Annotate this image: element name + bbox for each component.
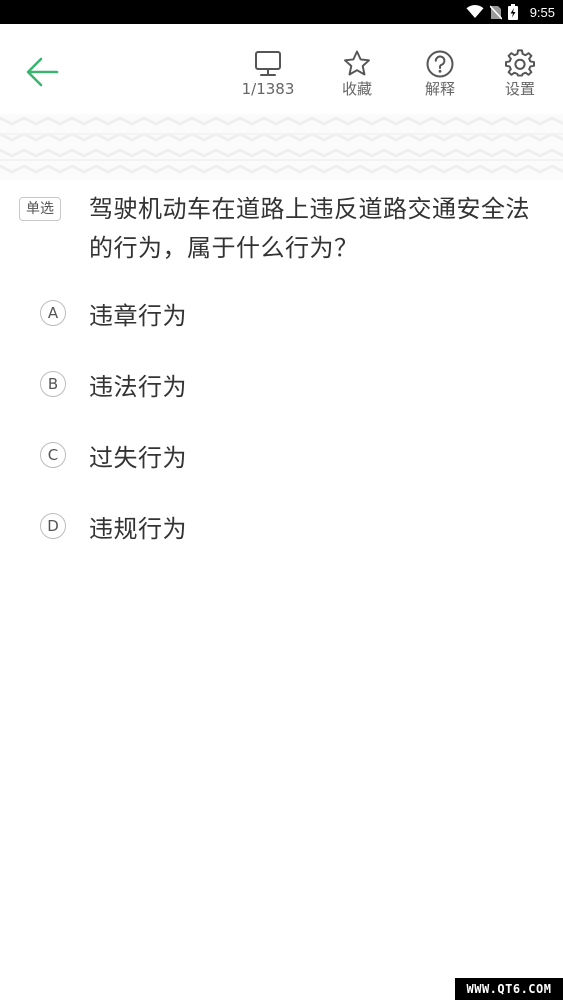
status-bar: 9:55 (0, 0, 563, 24)
decorative-band (0, 114, 563, 180)
explain-label: 解释 (424, 80, 455, 98)
tire-track-pattern (0, 114, 563, 180)
question-text: 驾驶机动车在道路上违反道路交通安全法的行为，属于什么行为？ (89, 195, 530, 262)
option-text: 过失行为 (89, 443, 187, 472)
toolbar: 1/1383 收藏 解释 设置 (0, 24, 563, 114)
back-button[interactable] (20, 50, 64, 94)
status-icons: 9:55 (466, 0, 555, 24)
settings-label: 设置 (504, 80, 535, 98)
battery-charging-icon (507, 4, 518, 20)
no-sim-icon (489, 4, 502, 20)
favorite-label: 收藏 (341, 80, 372, 98)
option-letter: D (40, 513, 66, 539)
option-text: 违规行为 (89, 514, 187, 543)
explain-button[interactable]: 解释 (404, 48, 476, 104)
monitor-icon (255, 51, 281, 76)
option-letter: C (40, 442, 66, 468)
option-letter: A (40, 300, 66, 326)
option-b[interactable]: B 违法行为 (40, 362, 540, 406)
settings-button[interactable]: 设置 (484, 48, 556, 104)
option-text: 违章行为 (89, 301, 187, 330)
option-d[interactable]: D 违规行为 (40, 504, 540, 548)
favorite-button[interactable]: 收藏 (321, 48, 393, 104)
gear-icon (505, 49, 535, 77)
watermark: WWW.QT6.COM (455, 978, 563, 1000)
progress-label: 1/1383 (241, 80, 295, 98)
progress-button[interactable]: 1/1383 (232, 48, 304, 104)
option-c[interactable]: C 过失行为 (40, 433, 540, 477)
arrow-left-icon (26, 57, 59, 87)
option-text: 违法行为 (89, 372, 187, 401)
option-a[interactable]: A 违章行为 (40, 291, 540, 335)
question-type-badge: 单选 (19, 197, 61, 221)
wifi-icon (466, 5, 484, 19)
question-circle-icon (426, 50, 454, 78)
star-icon (344, 50, 370, 76)
option-letter: B (40, 371, 66, 397)
status-time: 9:55 (529, 4, 555, 20)
